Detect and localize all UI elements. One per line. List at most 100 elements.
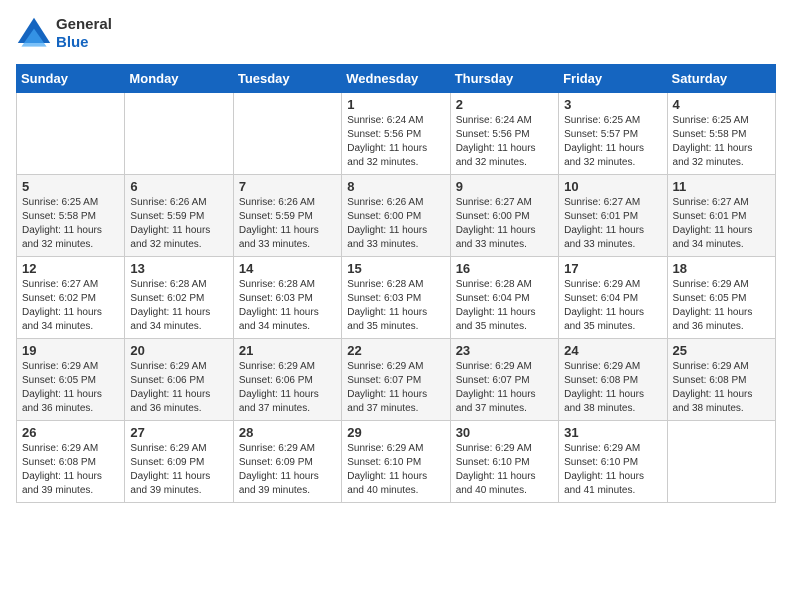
calendar-cell: 17 Sunrise: 6:29 AM Sunset: 6:04 PM Dayli… — [559, 257, 667, 339]
day-info: Sunrise: 6:29 AM Sunset: 6:04 PM Dayligh… — [564, 278, 661, 334]
day-info: Sunrise: 6:25 AM Sunset: 5:57 PM Dayligh… — [564, 114, 661, 170]
day-number: 4 — [673, 97, 770, 112]
day-info: Sunrise: 6:27 AM Sunset: 6:01 PM Dayligh… — [673, 196, 770, 252]
logo: General Blue — [16, 16, 112, 52]
page-header: General Blue — [16, 16, 776, 52]
day-info: Sunrise: 6:28 AM Sunset: 6:04 PM Dayligh… — [456, 278, 553, 334]
calendar-cell: 21 Sunrise: 6:29 AM Sunset: 6:06 PM Dayli… — [233, 339, 341, 421]
day-number: 30 — [456, 425, 553, 440]
calendar-cell: 18 Sunrise: 6:29 AM Sunset: 6:05 PM Dayli… — [667, 257, 775, 339]
day-number: 31 — [564, 425, 661, 440]
day-number: 14 — [239, 261, 336, 276]
calendar-cell: 13 Sunrise: 6:28 AM Sunset: 6:02 PM Dayli… — [125, 257, 233, 339]
day-info: Sunrise: 6:27 AM Sunset: 6:02 PM Dayligh… — [22, 278, 119, 334]
day-number: 25 — [673, 343, 770, 358]
calendar-cell: 7 Sunrise: 6:26 AM Sunset: 5:59 PM Daylig… — [233, 175, 341, 257]
day-info: Sunrise: 6:29 AM Sunset: 6:10 PM Dayligh… — [456, 442, 553, 498]
day-number: 2 — [456, 97, 553, 112]
week-row-3: 12 Sunrise: 6:27 AM Sunset: 6:02 PM Dayli… — [17, 257, 776, 339]
calendar-cell — [125, 93, 233, 175]
calendar-header-row: SundayMondayTuesdayWednesdayThursdayFrid… — [17, 65, 776, 93]
header-thursday: Thursday — [450, 65, 558, 93]
day-info: Sunrise: 6:24 AM Sunset: 5:56 PM Dayligh… — [456, 114, 553, 170]
day-info: Sunrise: 6:24 AM Sunset: 5:56 PM Dayligh… — [347, 114, 444, 170]
header-monday: Monday — [125, 65, 233, 93]
day-number: 19 — [22, 343, 119, 358]
day-info: Sunrise: 6:28 AM Sunset: 6:03 PM Dayligh… — [239, 278, 336, 334]
day-number: 6 — [130, 179, 227, 194]
day-info: Sunrise: 6:25 AM Sunset: 5:58 PM Dayligh… — [673, 114, 770, 170]
week-row-4: 19 Sunrise: 6:29 AM Sunset: 6:05 PM Dayli… — [17, 339, 776, 421]
day-number: 10 — [564, 179, 661, 194]
week-row-5: 26Sunrise: 6:29 AM Sunset: 6:08 PM Dayli… — [17, 421, 776, 503]
day-info: Sunrise: 6:29 AM Sunset: 6:05 PM Dayligh… — [22, 360, 119, 416]
calendar-cell: 9Sunrise: 6:27 AM Sunset: 6:00 PM Daylig… — [450, 175, 558, 257]
calendar-cell: 19 Sunrise: 6:29 AM Sunset: 6:05 PM Dayli… — [17, 339, 125, 421]
day-info: Sunrise: 6:27 AM Sunset: 6:01 PM Dayligh… — [564, 196, 661, 252]
day-info: Sunrise: 6:29 AM Sunset: 6:10 PM Dayligh… — [564, 442, 661, 498]
day-info: Sunrise: 6:28 AM Sunset: 6:02 PM Dayligh… — [130, 278, 227, 334]
calendar-cell: 22 Sunrise: 6:29 AM Sunset: 6:07 PM Dayli… — [342, 339, 450, 421]
calendar-cell: 26Sunrise: 6:29 AM Sunset: 6:08 PM Dayli… — [17, 421, 125, 503]
day-number: 24 — [564, 343, 661, 358]
calendar-cell: 15 Sunrise: 6:28 AM Sunset: 6:03 PM Dayli… — [342, 257, 450, 339]
day-number: 12 — [22, 261, 119, 276]
calendar-cell: 31 Sunrise: 6:29 AM Sunset: 6:10 PM Dayli… — [559, 421, 667, 503]
day-number: 9 — [456, 179, 553, 194]
day-info: Sunrise: 6:29 AM Sunset: 6:08 PM Dayligh… — [564, 360, 661, 416]
calendar-cell: 29 Sunrise: 6:29 AM Sunset: 6:10 PM Dayli… — [342, 421, 450, 503]
day-number: 29 — [347, 425, 444, 440]
calendar-cell — [667, 421, 775, 503]
day-info: Sunrise: 6:29 AM Sunset: 6:09 PM Dayligh… — [130, 442, 227, 498]
calendar-table: SundayMondayTuesdayWednesdayThursdayFrid… — [16, 64, 776, 503]
day-number: 22 — [347, 343, 444, 358]
day-info: Sunrise: 6:25 AM Sunset: 5:58 PM Dayligh… — [22, 196, 119, 252]
week-row-1: 1 Sunrise: 6:24 AM Sunset: 5:56 PM Daylig… — [17, 93, 776, 175]
day-info: Sunrise: 6:29 AM Sunset: 6:07 PM Dayligh… — [347, 360, 444, 416]
calendar-cell: 10 Sunrise: 6:27 AM Sunset: 6:01 PM Dayli… — [559, 175, 667, 257]
calendar-cell: 28Sunrise: 6:29 AM Sunset: 6:09 PM Dayli… — [233, 421, 341, 503]
logo-blue-text: Blue — [56, 34, 112, 52]
calendar-cell — [17, 93, 125, 175]
calendar-cell: 4 Sunrise: 6:25 AM Sunset: 5:58 PM Daylig… — [667, 93, 775, 175]
day-info: Sunrise: 6:26 AM Sunset: 5:59 PM Dayligh… — [239, 196, 336, 252]
day-number: 16 — [456, 261, 553, 276]
calendar-cell — [233, 93, 341, 175]
day-number: 28 — [239, 425, 336, 440]
day-number: 15 — [347, 261, 444, 276]
day-number: 7 — [239, 179, 336, 194]
header-friday: Friday — [559, 65, 667, 93]
day-number: 1 — [347, 97, 444, 112]
week-row-2: 5 Sunrise: 6:25 AM Sunset: 5:58 PM Daylig… — [17, 175, 776, 257]
calendar-cell: 30 Sunrise: 6:29 AM Sunset: 6:10 PM Dayli… — [450, 421, 558, 503]
day-number: 13 — [130, 261, 227, 276]
day-number: 18 — [673, 261, 770, 276]
calendar-cell: 14 Sunrise: 6:28 AM Sunset: 6:03 PM Dayli… — [233, 257, 341, 339]
logo-icon — [16, 16, 52, 52]
calendar-cell: 2 Sunrise: 6:24 AM Sunset: 5:56 PM Daylig… — [450, 93, 558, 175]
calendar-cell: 12 Sunrise: 6:27 AM Sunset: 6:02 PM Dayli… — [17, 257, 125, 339]
day-info: Sunrise: 6:29 AM Sunset: 6:06 PM Dayligh… — [239, 360, 336, 416]
calendar-cell: 11 Sunrise: 6:27 AM Sunset: 6:01 PM Dayli… — [667, 175, 775, 257]
day-info: Sunrise: 6:28 AM Sunset: 6:03 PM Dayligh… — [347, 278, 444, 334]
day-number: 26 — [22, 425, 119, 440]
logo-general-text: General — [56, 16, 112, 34]
day-number: 21 — [239, 343, 336, 358]
day-info: Sunrise: 6:29 AM Sunset: 6:10 PM Dayligh… — [347, 442, 444, 498]
header-tuesday: Tuesday — [233, 65, 341, 93]
calendar-cell: 27Sunrise: 6:29 AM Sunset: 6:09 PM Dayli… — [125, 421, 233, 503]
header-sunday: Sunday — [17, 65, 125, 93]
calendar-cell: 6Sunrise: 6:26 AM Sunset: 5:59 PM Daylig… — [125, 175, 233, 257]
calendar-cell: 20Sunrise: 6:29 AM Sunset: 6:06 PM Dayli… — [125, 339, 233, 421]
calendar-cell: 5 Sunrise: 6:25 AM Sunset: 5:58 PM Daylig… — [17, 175, 125, 257]
day-info: Sunrise: 6:26 AM Sunset: 6:00 PM Dayligh… — [347, 196, 444, 252]
day-number: 11 — [673, 179, 770, 194]
day-info: Sunrise: 6:29 AM Sunset: 6:05 PM Dayligh… — [673, 278, 770, 334]
day-number: 8 — [347, 179, 444, 194]
day-number: 17 — [564, 261, 661, 276]
calendar-cell: 23Sunrise: 6:29 AM Sunset: 6:07 PM Dayli… — [450, 339, 558, 421]
calendar-cell: 16 Sunrise: 6:28 AM Sunset: 6:04 PM Dayli… — [450, 257, 558, 339]
day-number: 5 — [22, 179, 119, 194]
day-number: 3 — [564, 97, 661, 112]
header-saturday: Saturday — [667, 65, 775, 93]
